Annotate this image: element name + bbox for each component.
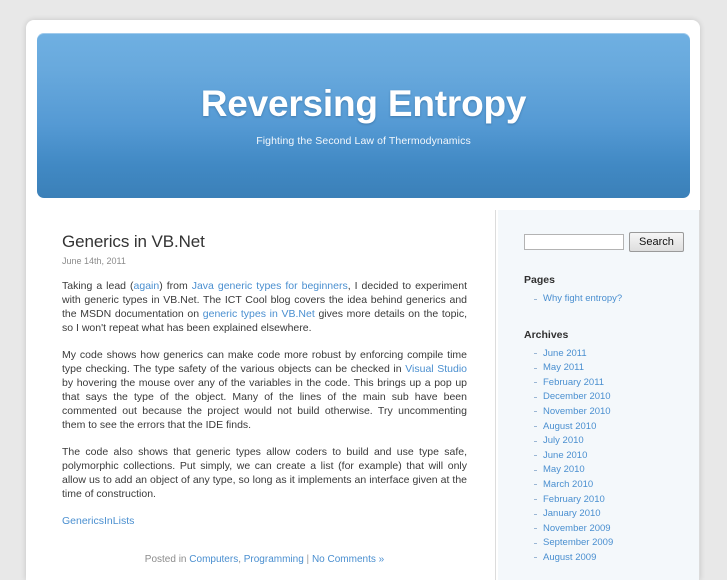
link-again[interactable]: again [134, 280, 160, 292]
list-item: May 2010 [534, 463, 682, 478]
bullet-icon [534, 455, 537, 457]
archive-link-3[interactable]: December 2010 [543, 391, 611, 402]
post-date: June 14th, 2011 [62, 256, 126, 266]
bullet-icon [534, 367, 537, 369]
list-item: December 2010 [534, 390, 682, 405]
comments-link[interactable]: No Comments » [312, 554, 384, 565]
link-generics-in-lists[interactable]: GenericsInLists [62, 515, 134, 527]
bullet-icon [534, 353, 537, 355]
archive-link-4[interactable]: November 2010 [543, 406, 611, 417]
list-item: August 2010 [534, 420, 682, 435]
list-item: May 2011 [534, 361, 682, 376]
list-item: June 2010 [534, 449, 682, 464]
archive-link-13[interactable]: September 2009 [543, 537, 613, 548]
list-item: June 2011 [534, 347, 682, 362]
pages-widget-title: Pages [524, 274, 555, 286]
archive-link-9[interactable]: March 2010 [543, 479, 593, 490]
archive-link-8[interactable]: May 2010 [543, 464, 585, 475]
list-item: February 2010 [534, 493, 682, 508]
bullet-icon [534, 484, 537, 486]
archive-link-7[interactable]: June 2010 [543, 450, 587, 461]
sidebar-right-divider [699, 210, 700, 580]
site-title[interactable]: Reversing Entropy [37, 33, 690, 122]
paragraph-1-text-b: ) from [159, 280, 192, 292]
list-item: January 2010 [534, 507, 682, 522]
archive-link-11[interactable]: January 2010 [543, 508, 601, 519]
list-item: September 2009 [534, 536, 682, 551]
search-button[interactable]: Search [629, 232, 684, 252]
category-link-computers[interactable]: Computers [189, 554, 238, 565]
list-item: March 2010 [534, 478, 682, 493]
paragraph-2-text-b: by hovering the mouse over any of the va… [62, 377, 467, 431]
bullet-icon [534, 411, 537, 413]
archive-link-14[interactable]: August 2009 [543, 552, 596, 563]
meta-divider: | [303, 554, 312, 565]
post-meta: Posted in Computers, Programming | No Co… [62, 554, 467, 565]
link-generic-types-vbnet[interactable]: generic types in VB.Net [203, 308, 315, 320]
post-paragraph-1: Taking a lead (again) from Java generic … [62, 279, 467, 335]
post-paragraph-3: The code also shows that generic types a… [62, 446, 467, 500]
bullet-icon [534, 499, 537, 501]
archive-link-2[interactable]: February 2011 [543, 377, 604, 388]
page-container: Reversing Entropy Fighting the Second La… [26, 20, 700, 580]
list-item: Why fight entropy? [534, 292, 682, 307]
page-link-0[interactable]: Why fight entropy? [543, 293, 622, 304]
list-item: July 2010 [534, 434, 682, 449]
archives-widget-title: Archives [524, 328, 569, 341]
search-input[interactable] [524, 234, 624, 250]
bullet-icon [534, 542, 537, 544]
archive-link-12[interactable]: November 2009 [543, 523, 611, 534]
bullet-icon [534, 426, 537, 428]
posted-in-label: Posted in [144, 554, 190, 565]
post-paragraph-2: My code shows how generics can make code… [62, 348, 467, 432]
search-widget: Search [524, 232, 684, 252]
archive-link-10[interactable]: February 2010 [543, 494, 605, 505]
link-java-generic-types[interactable]: Java generic types for beginners [192, 280, 348, 292]
paragraph-1-text-a: Taking a lead ( [62, 280, 134, 292]
list-item: August 2009 [534, 551, 682, 566]
site-tagline: Fighting the Second Law of Thermodynamic… [256, 135, 471, 147]
site-header-inner: Reversing Entropy Fighting the Second La… [37, 33, 690, 147]
list-item: February 2011 [534, 376, 682, 391]
archive-link-1[interactable]: May 2011 [543, 362, 584, 373]
bullet-icon [534, 469, 537, 471]
bullet-icon [534, 513, 537, 515]
archive-link-0[interactable]: June 2011 [543, 348, 587, 359]
main-content: Generics in VB.Net June 14th, 2011 Takin… [26, 210, 496, 580]
bullet-icon [534, 528, 537, 530]
link-visual-studio[interactable]: Visual Studio [405, 363, 467, 375]
sidebar: Search Pages Why fight entropy? Archives… [497, 210, 700, 580]
post-title[interactable]: Generics in VB.Net [62, 232, 467, 252]
archive-link-6[interactable]: July 2010 [543, 435, 584, 446]
bullet-icon [534, 396, 537, 398]
category-link-programming[interactable]: Programming [244, 554, 304, 565]
bullet-icon [534, 382, 537, 384]
list-item: November 2009 [534, 522, 682, 537]
site-header-banner: Reversing Entropy Fighting the Second La… [37, 33, 690, 198]
bullet-icon [534, 557, 537, 559]
page-body: Generics in VB.Net June 14th, 2011 Takin… [26, 210, 700, 580]
archives-list: June 2011 May 2011 February 2011 December 2… [524, 347, 682, 566]
pages-list: Why fight entropy? [524, 292, 682, 307]
bullet-icon [534, 298, 537, 300]
list-item: November 2010 [534, 405, 682, 420]
archive-link-5[interactable]: August 2010 [543, 421, 596, 432]
bullet-icon [534, 440, 537, 442]
post-body: Taking a lead (again) from Java generic … [62, 279, 467, 528]
post-attachment-line: GenericsInLists [62, 514, 467, 528]
